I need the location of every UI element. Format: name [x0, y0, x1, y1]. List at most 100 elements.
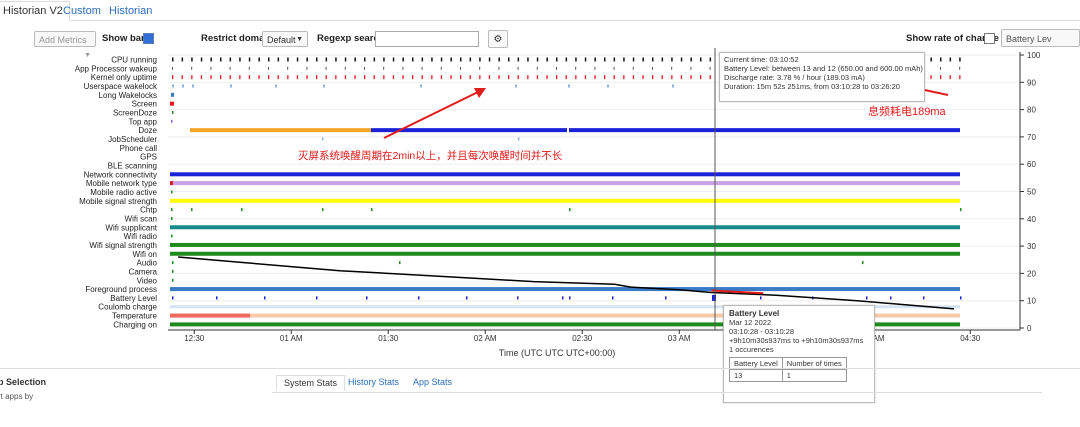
row-label: Mobile radio active	[90, 188, 157, 197]
wakelock-mark	[420, 84, 422, 88]
temperature-hot-bar	[170, 313, 250, 318]
battery-level-mark	[760, 296, 762, 300]
cpu-running-mark	[709, 57, 712, 62]
cpu-running-mark	[220, 57, 222, 62]
hover-tooltip: Current time: 03:10:52 Battery Level: be…	[719, 52, 925, 102]
battery-level-mark	[960, 296, 962, 300]
kernel-uptime-mark	[632, 75, 635, 80]
wifi-signal-bar	[170, 242, 960, 247]
app-wakeup-mark	[498, 66, 500, 70]
row-label: Camera	[129, 267, 158, 276]
row-label: Video	[137, 276, 158, 285]
kernel-uptime-mark	[220, 75, 222, 80]
annotation-center-note: 灭屏系统唤醒周期在2min以上，并且每次唤醒时间并不长	[298, 149, 563, 162]
app-wakeup-mark	[671, 66, 673, 70]
kernel-uptime-mark	[191, 75, 193, 80]
chtp-mark	[960, 208, 962, 212]
cpu-running-mark	[296, 57, 299, 62]
row-label: App Processor wakeup	[75, 64, 158, 73]
kernel-uptime-mark	[172, 75, 174, 80]
cpu-running-mark	[488, 57, 491, 62]
cpu-running-mark	[172, 57, 174, 62]
kernel-uptime-mark	[287, 75, 289, 80]
app-wakeup-mark	[229, 66, 231, 70]
mobile-network-type-mark	[170, 181, 173, 186]
y-tick-label: 80	[1027, 106, 1036, 115]
tooltip-current-time: Current time: 03:10:52	[724, 55, 799, 64]
wifi-on-bar	[170, 251, 960, 256]
chtp-mark	[241, 208, 243, 212]
cpu-running-mark	[460, 57, 462, 62]
app-wakeup-mark	[440, 66, 442, 70]
cpu-running-mark	[930, 57, 932, 62]
kernel-uptime-mark	[469, 75, 471, 80]
cpu-running-mark	[306, 57, 308, 62]
kernel-uptime-mark	[565, 75, 567, 80]
cpu-running-mark	[373, 57, 376, 62]
kernel-uptime-mark	[210, 75, 212, 80]
cpu-running-mark	[200, 57, 203, 62]
app-wakeup-mark	[940, 66, 941, 70]
x-tick-label: 12:30	[184, 334, 205, 343]
app-wakeup-mark	[632, 66, 634, 70]
chtp-mark	[171, 208, 173, 212]
cpu-running-mark	[604, 57, 606, 62]
kernel-uptime-mark	[517, 75, 519, 80]
tab-app-stats[interactable]: App Stats	[413, 377, 452, 387]
cpu-running-mark	[354, 57, 356, 62]
divider	[0, 368, 1080, 369]
kernel-uptime-mark	[642, 75, 644, 80]
kernel-uptime-mark	[661, 75, 663, 80]
kernel-uptime-mark	[940, 75, 942, 80]
tab-system-stats[interactable]: System Stats	[276, 375, 346, 391]
battery-level-mark	[216, 296, 218, 300]
cpu-running-mark	[239, 57, 241, 62]
row-label: Mobile network type	[86, 179, 158, 188]
audio-mark	[862, 261, 864, 265]
row-label: Long Wakelocks	[99, 91, 157, 100]
battery-level-mark	[890, 296, 892, 300]
cpu-running-mark	[392, 57, 395, 62]
y-tick-label: 90	[1027, 78, 1036, 87]
battery-level-mark	[612, 296, 614, 300]
app-wakeup-mark	[594, 66, 596, 70]
cpu-running-mark	[671, 57, 673, 62]
tooltip-discharge-rate: Discharge rate: 3.78 % / hour (189.03 mA…	[724, 73, 865, 82]
kernel-uptime-mark	[575, 75, 577, 80]
cpu-running-mark	[556, 57, 558, 62]
kernel-uptime-mark	[431, 75, 433, 80]
row-label: GPS	[140, 153, 157, 162]
cpu-running-mark	[364, 57, 366, 62]
battery-level-mark	[264, 296, 266, 300]
wakelock-mark	[323, 84, 325, 88]
cpu-running-mark	[575, 57, 577, 62]
row-label: Userspace wakelock	[84, 82, 158, 91]
camera-mark	[172, 269, 174, 273]
kernel-uptime-mark	[949, 75, 951, 80]
tooltip-offset: +9h10m30s937ms to +9h10m30s937ms	[729, 336, 864, 345]
wakelock-mark	[192, 84, 194, 88]
cpu-running-mark	[412, 57, 414, 62]
kernel-uptime-mark	[306, 75, 308, 80]
tab-history-stats[interactable]: History Stats	[348, 377, 399, 387]
app-wakeup-mark	[325, 66, 327, 70]
app-wakeup-mark	[690, 66, 692, 70]
battery-level-mark	[366, 296, 368, 300]
y-tick-label: 0	[1027, 324, 1032, 333]
kernel-uptime-mark	[344, 75, 347, 80]
kernel-uptime-mark	[412, 75, 414, 80]
wifi-radio-mark	[171, 234, 173, 238]
kernel-uptime-mark	[690, 75, 692, 80]
app-wakeup-mark	[556, 66, 557, 70]
row-label: Chtp	[140, 206, 157, 215]
network-connectivity-bar	[170, 172, 960, 177]
screendoze-mark	[172, 110, 174, 114]
app-wakeup-mark	[709, 66, 711, 70]
wakelock-mark	[182, 84, 184, 88]
row-label: Temperature	[112, 312, 157, 321]
cpu-running-mark	[268, 57, 270, 62]
kernel-uptime-mark	[364, 75, 366, 80]
battery-level-mark	[316, 296, 318, 300]
row-label: ScreenDoze	[113, 108, 158, 117]
audio-mark	[399, 261, 401, 265]
